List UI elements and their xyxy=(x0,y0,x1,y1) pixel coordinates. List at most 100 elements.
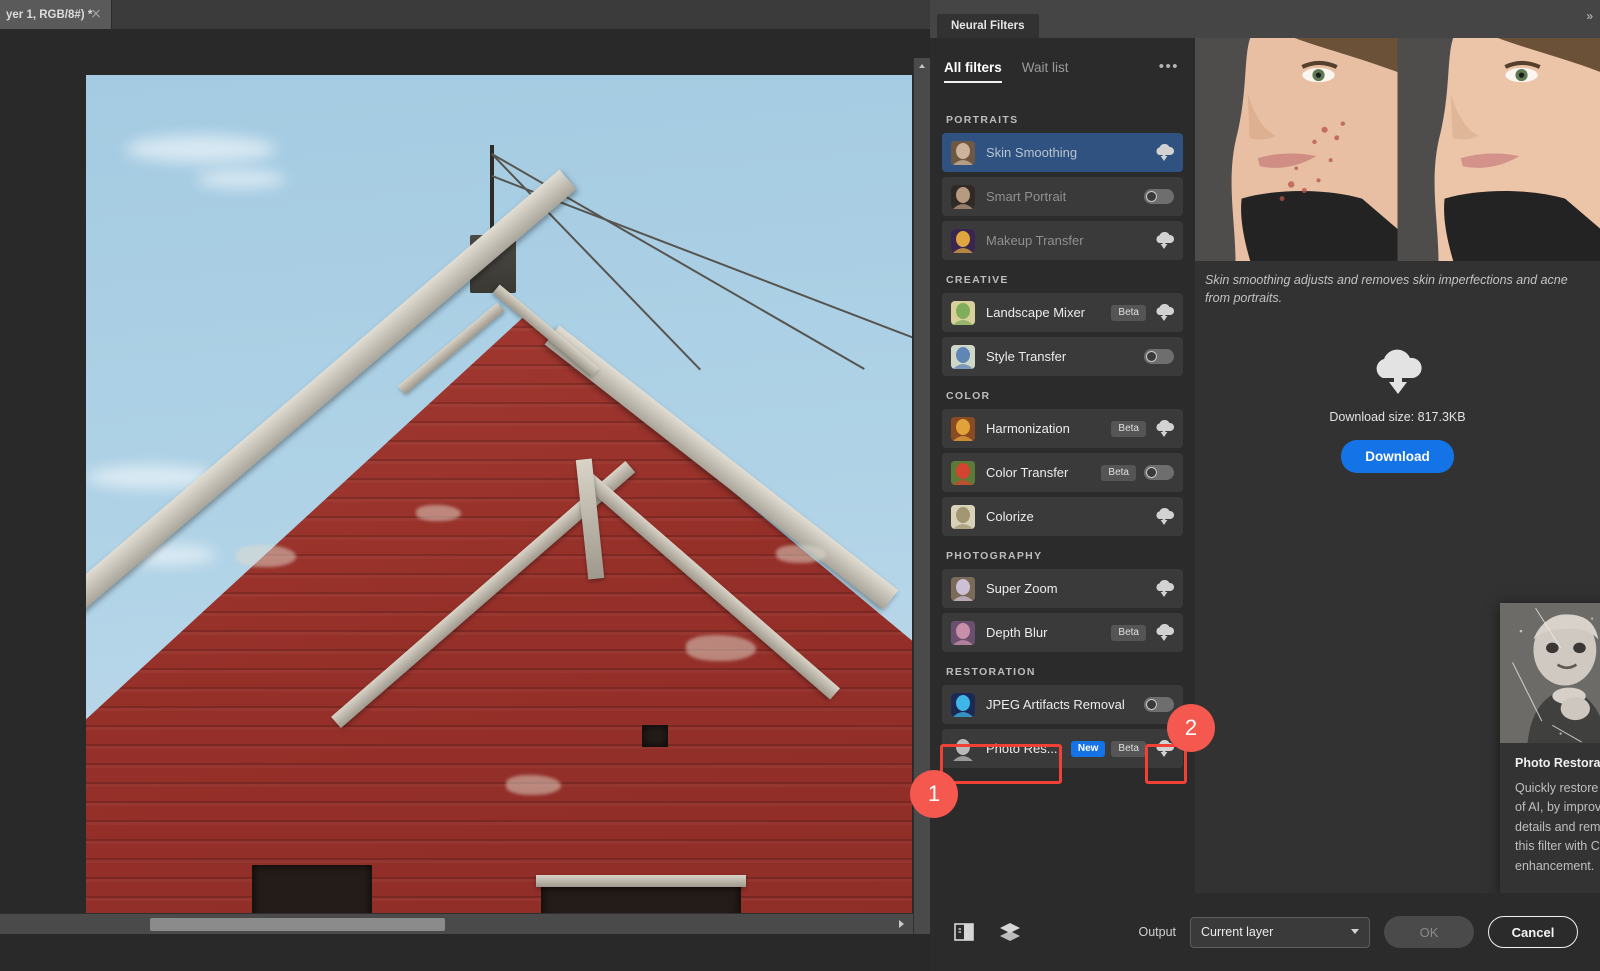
filter-category-header: COLOR xyxy=(946,390,1183,402)
filter-thumbnail-icon xyxy=(951,577,975,601)
filter-thumbnail-icon xyxy=(951,505,975,529)
layers-icon[interactable] xyxy=(998,920,1022,944)
ok-button[interactable]: OK xyxy=(1384,916,1474,948)
cloud-download-icon xyxy=(1369,348,1427,396)
annotation-marker-1: 1 xyxy=(910,770,958,818)
filter-row-super-zoom[interactable]: Super Zoom xyxy=(942,569,1183,608)
output-dropdown[interactable]: Current layer xyxy=(1190,917,1370,948)
annotation-marker-2: 2 xyxy=(1167,704,1215,752)
output-label: Output xyxy=(1138,925,1176,939)
filter-row-skin-smoothing[interactable]: Skin Smoothing xyxy=(942,133,1183,172)
filter-row-depth-blur[interactable]: Depth Blur Beta xyxy=(942,613,1183,652)
filter-thumbnail-icon xyxy=(951,693,975,717)
door-header-trim xyxy=(536,875,746,887)
filter-row-harmonization[interactable]: HarmonizationBeta xyxy=(942,409,1183,448)
preview-before xyxy=(1195,38,1398,261)
filter-row-landscape-mixer[interactable]: Landscape MixerBeta xyxy=(942,293,1183,332)
badge-beta: Beta xyxy=(1101,465,1136,481)
ellipsis-icon[interactable]: ••• xyxy=(1159,62,1179,72)
panel-footer: Output Current layer OK Cancel xyxy=(930,893,1600,971)
filter-row-colorize[interactable]: Colorize xyxy=(942,497,1183,536)
tab-all-filters[interactable]: All filters xyxy=(944,60,1002,83)
badge-beta: Beta xyxy=(1111,421,1146,437)
tooltip-title: Photo Restoration xyxy=(1515,756,1600,770)
filter-row-jpeg-artifacts-removal[interactable]: JPEG Artifacts Removal xyxy=(942,685,1183,724)
filter-thumbnail-icon xyxy=(951,301,975,325)
filter-toggle-switch[interactable] xyxy=(1144,189,1174,204)
filter-name-label: Photo Res... xyxy=(986,741,1065,756)
weathered-paint xyxy=(506,775,561,795)
output-dropdown-value: Current layer xyxy=(1201,925,1273,939)
canvas-area[interactable] xyxy=(0,29,930,934)
badge-new: New xyxy=(1071,741,1106,757)
close-icon[interactable] xyxy=(90,8,102,20)
document-tab-title: yer 1, RGB/8#) * xyxy=(6,9,92,21)
cloud-download-icon[interactable] xyxy=(1154,624,1174,642)
filter-row-smart-portrait[interactable]: Smart Portrait xyxy=(942,177,1183,216)
download-button[interactable]: Download xyxy=(1341,440,1454,473)
cloud xyxy=(126,135,276,163)
filter-name-label: Super Zoom xyxy=(986,581,1146,596)
tooltip-text: Photo Restoration Quickly restore old ph… xyxy=(1500,743,1600,893)
cloud-download-icon[interactable] xyxy=(1154,580,1174,598)
panel-tab-label: Neural Filters xyxy=(951,20,1025,32)
filter-row-color-transfer[interactable]: Color TransferBeta xyxy=(942,453,1183,492)
download-size-label: Download size: 817.3KB xyxy=(1195,410,1600,424)
document-tab-bar: yer 1, RGB/8#) * xyxy=(0,0,930,29)
filter-list-column: All filters Wait list ••• PORTRAITSSkin … xyxy=(930,38,1195,893)
weathered-paint xyxy=(416,505,461,521)
cloud-download-icon[interactable] xyxy=(1154,232,1174,250)
weathered-paint xyxy=(776,545,826,563)
filter-thumbnail-icon xyxy=(951,345,975,369)
filter-list[interactable]: PORTRAITSSkin SmoothingSmart PortraitMak… xyxy=(930,100,1195,890)
filter-name-label: Depth Blur xyxy=(986,625,1105,640)
cloud-download-icon[interactable] xyxy=(1154,420,1174,438)
download-block: Download size: 817.3KB Download xyxy=(1195,348,1600,473)
canvas-horizontal-scrollbar[interactable] xyxy=(0,913,913,934)
filter-tabs: All filters Wait list xyxy=(944,60,1069,83)
filter-row-photo-res[interactable]: Photo Res...NewBeta xyxy=(942,729,1183,768)
filter-detail-column: Skin smoothing adjusts and removes skin … xyxy=(1195,38,1600,893)
scroll-up-arrow-icon[interactable] xyxy=(914,58,930,74)
cancel-button[interactable]: Cancel xyxy=(1488,916,1578,948)
weathered-paint xyxy=(686,635,756,661)
filter-thumbnail-icon xyxy=(951,185,975,209)
photo-restoration-tooltip: Photo Restoration Quickly restore old ph… xyxy=(1500,603,1600,893)
footer-right-controls: Output Current layer OK Cancel xyxy=(1138,916,1578,948)
filter-toggle-switch[interactable] xyxy=(1144,465,1174,480)
tab-neural-filters[interactable]: Neural Filters xyxy=(937,14,1039,38)
filter-row-makeup-transfer[interactable]: Makeup Transfer xyxy=(942,221,1183,260)
cloud-download-icon[interactable] xyxy=(1154,304,1174,322)
filter-thumbnail-icon xyxy=(951,229,975,253)
panel-tab-bar: Neural Filters » xyxy=(930,0,1600,38)
badge-beta: Beta xyxy=(1111,625,1146,641)
tooltip-photo-before xyxy=(1500,603,1600,743)
filter-thumbnail-icon xyxy=(951,141,975,165)
barn-hole xyxy=(642,725,668,747)
filter-name-label: Skin Smoothing xyxy=(986,145,1146,160)
filter-toggle-switch[interactable] xyxy=(1144,697,1174,712)
canvas-image-barn xyxy=(86,75,912,934)
filter-name-label: JPEG Artifacts Removal xyxy=(986,697,1136,712)
tab-wait-list[interactable]: Wait list xyxy=(1022,60,1069,83)
split-preview-icon[interactable] xyxy=(952,920,976,944)
cloud-download-icon[interactable] xyxy=(1154,144,1174,162)
filter-category-header: PHOTOGRAPHY xyxy=(946,550,1183,562)
filter-name-label: Colorize xyxy=(986,509,1146,524)
filter-name-label: Style Transfer xyxy=(986,349,1136,364)
preview-after xyxy=(1398,38,1600,261)
filter-row-style-transfer[interactable]: Style Transfer xyxy=(942,337,1183,376)
filter-category-header: RESTORATION xyxy=(946,666,1183,678)
filter-name-label: Makeup Transfer xyxy=(986,233,1146,248)
scrollbar-thumb[interactable] xyxy=(150,918,445,931)
cloud xyxy=(196,170,286,188)
filter-description: Skin smoothing adjusts and removes skin … xyxy=(1205,271,1590,307)
scroll-right-arrow-icon[interactable] xyxy=(897,919,907,930)
filter-thumbnail-icon xyxy=(951,621,975,645)
filter-toggle-switch[interactable] xyxy=(1144,349,1174,364)
document-tab[interactable]: yer 1, RGB/8#) * xyxy=(0,0,112,29)
filter-name-label: Smart Portrait xyxy=(986,189,1136,204)
chevron-double-right-icon[interactable]: » xyxy=(1586,9,1592,23)
cloud-download-icon[interactable] xyxy=(1154,508,1174,526)
weathered-paint xyxy=(236,545,296,567)
